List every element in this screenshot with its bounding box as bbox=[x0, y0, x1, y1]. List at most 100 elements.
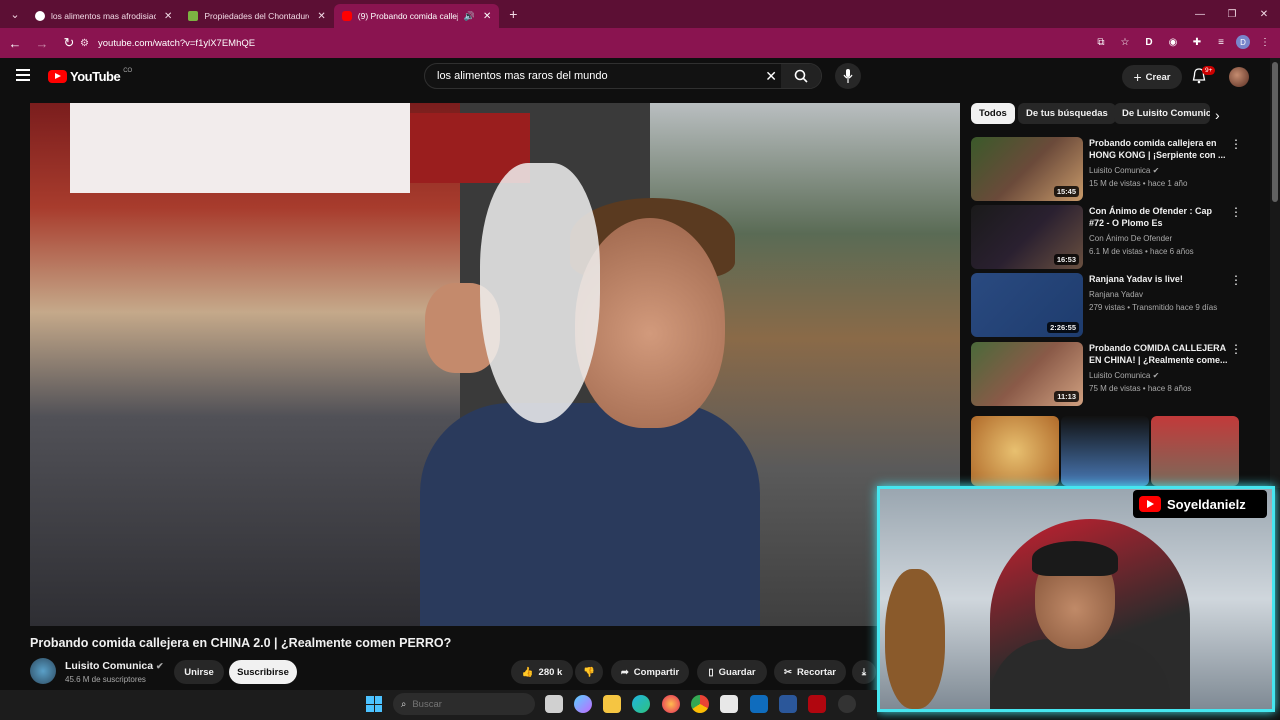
search-button[interactable] bbox=[781, 64, 821, 88]
more-options-icon[interactable]: ⋮ bbox=[1230, 205, 1242, 219]
create-label: Crear bbox=[1145, 71, 1171, 83]
clear-search-icon[interactable]: ✕ bbox=[765, 68, 777, 85]
voice-search-button[interactable] bbox=[835, 63, 861, 89]
video-title: Probando comida callejera en CHINA 2.0 |… bbox=[30, 636, 452, 650]
extension-d-icon[interactable]: D bbox=[1140, 33, 1158, 51]
search-icon bbox=[794, 69, 808, 83]
install-app-icon[interactable]: ⧉ bbox=[1092, 33, 1110, 51]
video-duration: 11:13 bbox=[1054, 391, 1079, 402]
windows-start-icon[interactable] bbox=[366, 696, 382, 712]
browser-tab-1[interactable]: los alimentos mas afrodisiacos ✕ bbox=[27, 4, 180, 28]
obs-icon[interactable] bbox=[838, 695, 856, 713]
channel-name-row[interactable]: Luisito Comunica ✔ bbox=[65, 660, 164, 672]
search-input[interactable] bbox=[435, 69, 755, 83]
video-player[interactable] bbox=[30, 103, 960, 626]
close-tab-icon[interactable]: ✕ bbox=[483, 11, 491, 22]
microphone-icon bbox=[843, 69, 853, 83]
create-button[interactable]: + Crear bbox=[1122, 65, 1182, 89]
recommendation-title: Ranjana Yadav is live! bbox=[1089, 274, 1183, 284]
forward-arrow-icon[interactable]: → bbox=[30, 36, 54, 51]
scrollbar-thumb[interactable] bbox=[1272, 62, 1278, 202]
close-tab-icon[interactable]: ✕ bbox=[164, 11, 172, 22]
clip-label: Recortar bbox=[796, 666, 837, 678]
notification-badge: 9+ bbox=[1202, 66, 1216, 75]
outlook-icon[interactable] bbox=[750, 695, 768, 713]
thumbs-down-icon: 👎 bbox=[583, 666, 595, 678]
profile-avatar[interactable]: D bbox=[1236, 35, 1250, 49]
netflix-icon[interactable] bbox=[808, 695, 826, 713]
video-thumbnail[interactable]: 15:45 bbox=[971, 137, 1083, 201]
short-thumbnail[interactable] bbox=[1061, 416, 1149, 486]
chrome-icon[interactable] bbox=[691, 695, 709, 713]
browser-tab-3-active[interactable]: (9) Probando comida callejera 🔊 ✕ bbox=[333, 4, 500, 28]
clip-button[interactable]: ✂ Recortar bbox=[774, 660, 846, 684]
word-icon[interactable] bbox=[779, 695, 797, 713]
file-explorer-icon[interactable] bbox=[603, 695, 621, 713]
taskbar-search[interactable]: ⌕ bbox=[393, 693, 535, 715]
recommendation-item[interactable]: 16:53 Con Ánimo de Ofender : Cap #72 - O… bbox=[971, 205, 1261, 269]
more-options-icon[interactable]: ⋮ bbox=[1230, 273, 1242, 287]
taskbar-search-input[interactable] bbox=[410, 697, 501, 711]
video-thumbnail[interactable]: 16:53 bbox=[971, 205, 1083, 269]
dislike-button[interactable]: 👎 bbox=[575, 660, 603, 684]
search-box: ✕ bbox=[424, 63, 822, 89]
youtube-play-icon bbox=[1139, 496, 1161, 512]
like-button[interactable]: 👍 280 k bbox=[511, 660, 573, 684]
chip-from-searches[interactable]: De tus búsquedas bbox=[1018, 103, 1116, 124]
recommendation-title: Con Ánimo de Ofender : Cap #72 - O Plomo… bbox=[1089, 206, 1213, 228]
short-thumbnail[interactable] bbox=[1151, 416, 1239, 486]
firefox-icon[interactable] bbox=[662, 695, 680, 713]
reading-list-icon[interactable]: ≡ bbox=[1212, 33, 1230, 51]
video-thumbnail[interactable]: 2:26:55 bbox=[971, 273, 1083, 337]
restore-icon[interactable]: ❐ bbox=[1216, 9, 1248, 20]
edge-icon[interactable] bbox=[632, 695, 650, 713]
more-options-icon[interactable]: ⋮ bbox=[1230, 342, 1242, 356]
google-favicon-icon bbox=[35, 11, 45, 21]
video-thumbnail[interactable]: 11:13 bbox=[971, 342, 1083, 406]
verified-check-icon: ✔ bbox=[1152, 371, 1160, 380]
plus-icon: + bbox=[1133, 69, 1142, 85]
chip-all[interactable]: Todos bbox=[971, 103, 1015, 124]
recommendation-item[interactable]: 2:26:55 Ranjana Yadav is live! Ranjana Y… bbox=[971, 273, 1261, 337]
youtube-header: YouTube CO ✕ + Crear 9+ bbox=[0, 58, 1270, 96]
store-icon[interactable] bbox=[720, 695, 738, 713]
join-button[interactable]: Unirse bbox=[174, 660, 224, 684]
close-tab-icon[interactable]: ✕ bbox=[317, 11, 325, 22]
save-button[interactable]: ▯ Guardar bbox=[697, 660, 767, 684]
recommendation-item[interactable]: 15:45 Probando comida callejera en HONG … bbox=[971, 137, 1261, 201]
tab-search-menu-button[interactable]: ⌄ bbox=[3, 3, 27, 25]
chevron-right-icon[interactable]: › bbox=[1215, 107, 1220, 123]
site-info-icon[interactable]: ⚙ bbox=[80, 38, 98, 49]
extension-icon[interactable]: ◉ bbox=[1164, 33, 1182, 51]
browser-tab-2[interactable]: Propiedades del Chontaduro en ✕ bbox=[180, 4, 333, 28]
chip-from-channel[interactable]: De Luisito Comunica bbox=[1114, 103, 1210, 124]
video-frame-shop-sign bbox=[70, 103, 410, 193]
site-favicon-icon bbox=[188, 11, 199, 21]
bookmark-star-icon[interactable]: ☆ bbox=[1116, 33, 1134, 51]
more-options-icon[interactable]: ⋮ bbox=[1230, 137, 1242, 151]
new-tab-button[interactable]: + bbox=[503, 6, 523, 22]
reload-icon[interactable]: ↻ bbox=[57, 35, 81, 51]
copilot-icon[interactable] bbox=[574, 695, 592, 713]
browser-menu-icon[interactable]: ⋮ bbox=[1256, 33, 1274, 51]
audio-playing-icon[interactable]: 🔊 bbox=[464, 11, 475, 22]
minimize-icon[interactable]: — bbox=[1184, 9, 1216, 20]
short-thumbnail[interactable] bbox=[971, 416, 1059, 486]
download-button[interactable]: ⤓ bbox=[852, 660, 876, 684]
address-bar[interactable]: ⚙ youtube.com/watch?v=f1ylX7EMhQE bbox=[80, 32, 1120, 54]
recommendation-item[interactable]: 11:13 Probando COMIDA CALLEJERA EN CHINA… bbox=[971, 342, 1261, 406]
share-button[interactable]: ➦ Compartir bbox=[611, 660, 689, 684]
account-avatar[interactable] bbox=[1229, 67, 1249, 87]
channel-avatar[interactable] bbox=[30, 658, 56, 684]
recommendation-meta: 279 vistas • Transmitido hace 9 días bbox=[1089, 303, 1218, 312]
channel-name: Luisito Comunica bbox=[65, 660, 154, 672]
hamburger-menu-icon[interactable] bbox=[16, 69, 30, 81]
webcam-guitar bbox=[885, 569, 945, 709]
youtube-logo[interactable]: YouTube CO bbox=[48, 68, 132, 84]
task-view-icon[interactable] bbox=[545, 695, 563, 713]
close-window-icon[interactable]: ✕ bbox=[1248, 9, 1280, 20]
url-text: youtube.com/watch?v=f1ylX7EMhQE bbox=[98, 37, 256, 49]
back-arrow-icon[interactable]: ← bbox=[3, 36, 27, 51]
extensions-puzzle-icon[interactable]: ✚ bbox=[1188, 33, 1206, 51]
subscribe-button[interactable]: Suscribirse bbox=[229, 660, 297, 684]
